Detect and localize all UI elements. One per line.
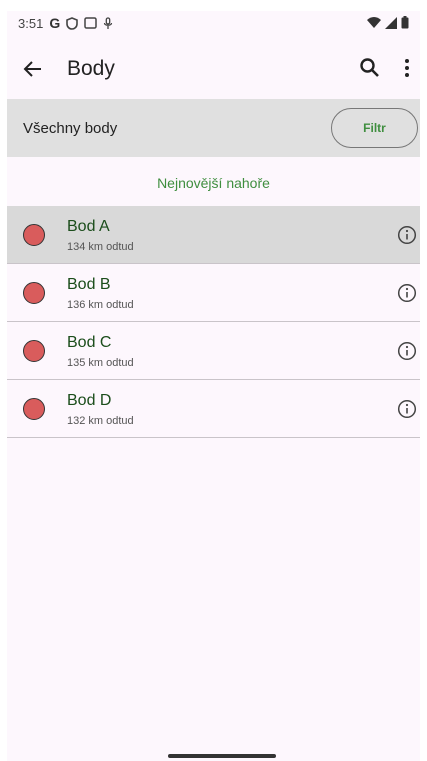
wifi-icon — [367, 16, 381, 28]
arrow-left-icon[interactable] — [19, 55, 47, 83]
info-icon[interactable] — [397, 399, 417, 419]
filter-button[interactable]: Filtr — [331, 108, 418, 148]
filter-label: Všechny body — [23, 120, 118, 137]
mic-icon — [104, 16, 113, 29]
point-name: Bod C — [67, 334, 112, 351]
shield-icon — [66, 16, 79, 30]
point-distance: 135 km odtud — [67, 357, 134, 369]
info-icon[interactable] — [397, 283, 417, 303]
filter-bar: Všechny body Filtr — [7, 99, 420, 157]
point-distance: 136 km odtud — [67, 299, 134, 311]
search-icon[interactable] — [357, 55, 383, 81]
status-time: 3:51 — [18, 15, 44, 31]
screen: 3:51 G Body Všechny body Filtr Nejnovějš… — [7, 11, 420, 761]
point-marker-icon — [23, 224, 45, 246]
google-icon: G — [49, 15, 61, 31]
battery-icon — [401, 16, 409, 29]
app-bar: Body — [7, 45, 420, 93]
point-list: Bod A 134 km odtud Bod B 136 km odtud Bo… — [7, 206, 420, 438]
list-item[interactable]: Bod D 132 km odtud — [7, 380, 420, 438]
point-marker-icon — [23, 398, 45, 420]
gesture-nav-bar[interactable] — [168, 754, 276, 758]
list-item[interactable]: Bod C 135 km odtud — [7, 322, 420, 380]
point-marker-icon — [23, 282, 45, 304]
page-title: Body — [67, 57, 115, 80]
info-icon[interactable] — [397, 225, 417, 245]
point-name: Bod D — [67, 392, 112, 409]
status-bar: 3:51 G — [7, 11, 420, 35]
point-distance: 134 km odtud — [67, 241, 134, 253]
point-name: Bod B — [67, 276, 111, 293]
point-distance: 132 km odtud — [67, 415, 134, 427]
window-icon — [84, 17, 97, 29]
sort-order-label[interactable]: Nejnovější nahoře — [7, 175, 420, 191]
info-icon[interactable] — [397, 341, 417, 361]
point-name: Bod A — [67, 218, 110, 235]
more-vert-icon[interactable] — [400, 55, 414, 81]
point-marker-icon — [23, 340, 45, 362]
list-item[interactable]: Bod B 136 km odtud — [7, 264, 420, 322]
signal-icon — [385, 16, 397, 29]
list-item[interactable]: Bod A 134 km odtud — [7, 206, 420, 264]
